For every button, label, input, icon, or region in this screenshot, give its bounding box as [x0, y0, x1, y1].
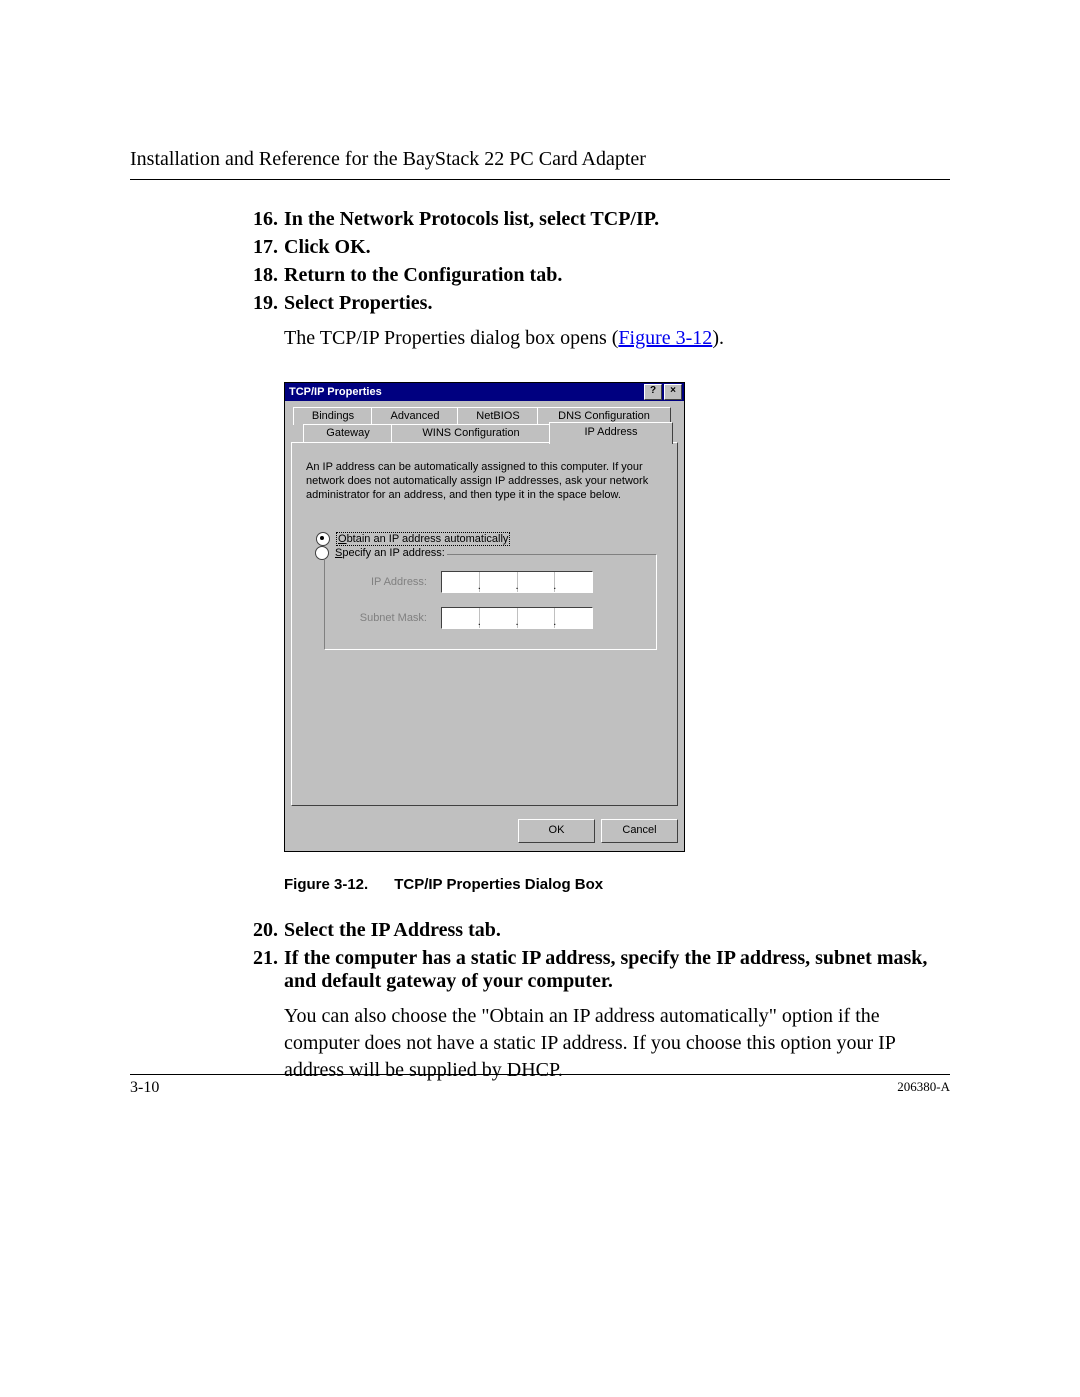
paragraph: The TCP/IP Properties dialog box opens (…: [130, 325, 950, 352]
step-number: 17.: [248, 236, 278, 259]
cancel-button[interactable]: Cancel: [601, 819, 678, 843]
radio-label: Obtain an IP address automatically: [336, 532, 510, 546]
tab-netbios[interactable]: NetBIOS: [457, 407, 539, 425]
radio-icon: [316, 532, 330, 546]
tab-strip: Bindings Advanced NetBIOS DNS Configurat…: [291, 407, 678, 443]
figure-link[interactable]: Figure 3-12: [618, 327, 712, 349]
radio-obtain-auto[interactable]: Obtain an IP address automatically: [316, 532, 663, 546]
dialog-titlebar: TCP/IP Properties ? ×: [285, 383, 684, 401]
ip-address-label: IP Address:: [337, 576, 427, 588]
step-text: Click OK.: [284, 236, 371, 259]
tab-wins[interactable]: WINS Configuration: [391, 424, 551, 442]
tab-gateway[interactable]: Gateway: [303, 424, 393, 442]
step-number: 20.: [248, 919, 278, 942]
subnet-mask-input[interactable]: [441, 607, 593, 629]
radio-icon: [315, 546, 329, 560]
paragraph: You can also choose the "Obtain an IP ad…: [130, 1003, 950, 1084]
running-header: Installation and Reference for the BaySt…: [130, 148, 950, 171]
tab-bindings[interactable]: Bindings: [293, 407, 373, 425]
ok-button[interactable]: OK: [518, 819, 595, 843]
close-icon[interactable]: ×: [664, 384, 682, 400]
step-number: 19.: [248, 292, 278, 315]
help-icon[interactable]: ?: [644, 384, 662, 400]
page-number: 3-10: [130, 1079, 159, 1097]
subnet-mask-label: Subnet Mask:: [337, 612, 427, 624]
page-footer: 3-10 206380-A: [130, 1074, 950, 1097]
tab-ipaddress[interactable]: IP Address: [549, 422, 673, 444]
tcpip-dialog: TCP/IP Properties ? × Bindings Advanced …: [284, 382, 685, 852]
ip-address-input[interactable]: [441, 571, 593, 593]
tab-panel: An IP address can be automatically assig…: [291, 442, 678, 806]
steps-block-2: 20. Select the IP Address tab. 21.If the …: [130, 919, 950, 993]
panel-description: An IP address can be automatically assig…: [306, 461, 663, 502]
step-text: Return to the Configuration tab.: [284, 264, 562, 287]
header-rule: [130, 179, 950, 180]
specify-group: Specify an IP address: IP Address: Subne…: [324, 554, 657, 650]
step-text: If the computer has a static IP address,…: [284, 947, 950, 993]
radio-specify[interactable]: Specify an IP address:: [335, 547, 445, 559]
tab-advanced[interactable]: Advanced: [371, 407, 459, 425]
step-text: Select Properties.: [284, 292, 432, 315]
document-number: 206380-A: [897, 1079, 950, 1097]
steps-block-1: 16. In the Network Protocols list, select…: [130, 208, 950, 315]
step-text: In the Network Protocols list, select TC…: [284, 208, 659, 231]
dialog-title: TCP/IP Properties: [289, 386, 382, 398]
step-number: 21.: [248, 947, 278, 993]
step-text: Select the IP Address tab.: [284, 919, 501, 942]
figure-caption: Figure 3-12.TCP/IP Properties Dialog Box: [284, 876, 950, 893]
figure-dialog: TCP/IP Properties ? × Bindings Advanced …: [284, 382, 950, 852]
step-number: 16.: [248, 208, 278, 231]
step-number: 18.: [248, 264, 278, 287]
